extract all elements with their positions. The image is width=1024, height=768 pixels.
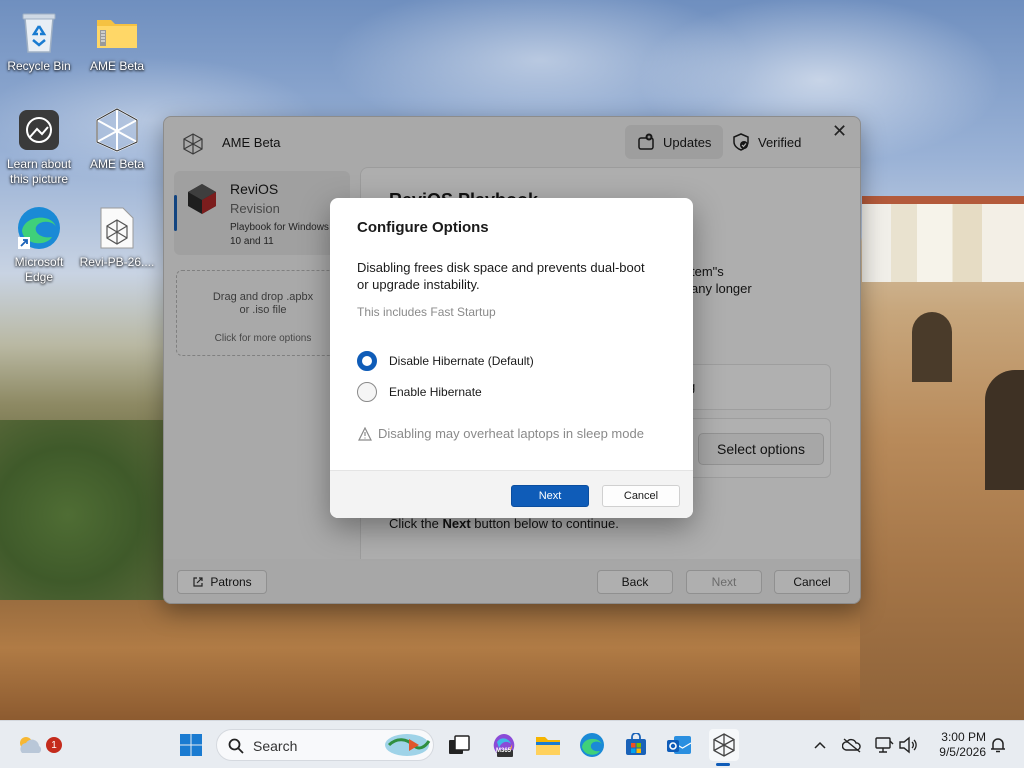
radio-disable-hibernate[interactable]: Disable Hibernate (Default) <box>357 351 534 371</box>
outlook-icon <box>667 736 692 754</box>
desktop-icon-label: Revi-PB-26.... <box>79 255 155 269</box>
warning-icon <box>358 426 372 441</box>
recycle-bin-icon <box>15 8 63 56</box>
edge-icon <box>15 204 63 252</box>
radio-unselected[interactable] <box>357 382 377 402</box>
radio-label: Enable Hibernate <box>389 385 482 399</box>
onedrive-status[interactable] <box>838 731 866 759</box>
zip-folder-icon <box>93 8 141 56</box>
wallpaper-bridge-arch-2 <box>985 370 1024 490</box>
desktop-icon-revi-pb-file[interactable]: Revi-PB-26.... <box>79 204 155 270</box>
volume-icon <box>899 736 917 754</box>
taskbar: 1 Search M365 3:00 PM 9/5/2026 <box>0 720 1024 768</box>
desktop-icon-label: Microsoft Edge <box>14 255 64 284</box>
dialog-description: Disabling frees disk space and prevents … <box>357 260 645 292</box>
start-button[interactable] <box>177 731 205 759</box>
desktop-icon-ame-beta-folder[interactable]: AME Beta <box>79 8 155 74</box>
radio-enable-hibernate[interactable]: Enable Hibernate <box>357 382 482 402</box>
dialog-cancel-button[interactable]: Cancel <box>602 485 680 507</box>
dialog-title: Configure Options <box>357 219 489 236</box>
dialog-subtext: This includes Fast Startup <box>357 305 496 319</box>
windows-logo-icon <box>180 734 202 756</box>
desktop-icon-ame-beta-app[interactable]: AME Beta <box>79 106 155 172</box>
task-view-button[interactable] <box>445 731 473 759</box>
clock-date: 9/5/2026 <box>939 745 986 759</box>
folder-icon <box>536 737 560 755</box>
desktop-icon-label: Recycle Bin <box>7 59 71 73</box>
show-hidden-icons-button[interactable] <box>806 731 834 759</box>
ame-logo-icon <box>713 733 735 757</box>
cloud-offline-icon <box>842 738 861 753</box>
desktop-icon-label: Learn about this picture <box>6 157 72 186</box>
file-icon <box>93 204 141 252</box>
weather-widget[interactable]: 1 <box>16 731 62 759</box>
dialog-warning: Disabling may overheat laptops in sleep … <box>358 426 644 441</box>
taskbar-search[interactable]: Search <box>216 729 434 761</box>
search-icon <box>228 738 244 754</box>
wallpaper-greenery <box>0 420 170 610</box>
outlook-app[interactable] <box>665 731 693 759</box>
desktop-icon-label: AME Beta <box>89 59 145 73</box>
m365-label: M365 <box>496 748 512 754</box>
desktop-icon-learn-picture[interactable]: Learn about this picture <box>1 106 77 187</box>
warning-text: Disabling may overheat laptops in sleep … <box>378 426 644 441</box>
edge-icon <box>580 733 604 757</box>
m365-copilot-app[interactable]: M365 <box>490 731 518 759</box>
system-clock[interactable]: 3:00 PM 9/5/2026 <box>924 730 986 760</box>
dialog-footer: Next Cancel <box>330 470 693 518</box>
desktop-icon-label: AME Beta <box>89 157 145 171</box>
ame-beta-taskbar-app[interactable] <box>709 729 739 761</box>
wallpaper-bridge-arch <box>912 312 952 382</box>
desktop-icon-microsoft-edge[interactable]: Microsoft Edge <box>1 204 77 285</box>
notifications-bell-icon <box>991 738 1005 753</box>
task-view-icon <box>449 735 470 754</box>
store-bag-icon <box>626 733 646 755</box>
search-placeholder: Search <box>253 738 298 754</box>
search-highlight-icon <box>385 734 431 756</box>
desktop-icon-recycle-bin[interactable]: Recycle Bin <box>1 8 77 74</box>
active-app-indicator <box>716 763 730 766</box>
radio-selected[interactable] <box>357 351 377 371</box>
camera-location-icon <box>15 106 63 154</box>
file-explorer-app[interactable] <box>534 731 562 759</box>
radio-label: Disable Hibernate (Default) <box>389 354 534 368</box>
network-icon <box>875 737 894 753</box>
weather-cloud-icon <box>20 737 42 753</box>
notification-center[interactable] <box>984 731 1012 759</box>
m365-copilot-icon <box>493 734 515 757</box>
dialog-next-button[interactable]: Next <box>511 485 589 507</box>
configure-options-dialog: Configure Options Disabling frees disk s… <box>330 198 693 518</box>
clock-time: 3:00 PM <box>941 730 986 744</box>
wallpaper-rocks <box>0 600 860 720</box>
microsoft-store-app[interactable] <box>622 731 650 759</box>
volume-control[interactable] <box>894 731 922 759</box>
wallpaper-houses <box>862 196 1024 282</box>
chevron-up-icon <box>814 741 826 749</box>
weather-badge: 1 <box>46 737 62 753</box>
ame-logo-icon <box>93 106 141 154</box>
edge-app[interactable] <box>578 731 606 759</box>
